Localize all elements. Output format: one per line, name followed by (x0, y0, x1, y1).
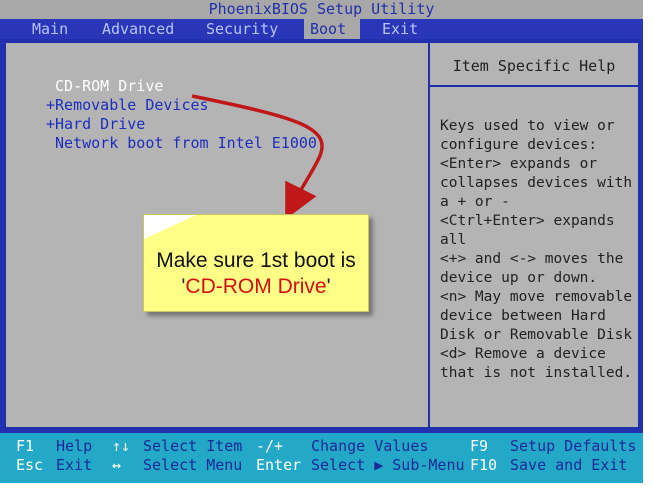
callout-highlight: CD-ROM Drive (185, 275, 327, 298)
key-f10: F10 (470, 456, 498, 474)
help-line: <Ctrl+Enter> expands (440, 213, 615, 229)
key-left-right-desc: Select Menu (143, 456, 243, 474)
help-line: Disk or Removable Disk (440, 327, 633, 343)
key-up-down-desc: Select Item (143, 437, 243, 455)
boot-item-removable[interactable]: +Removable Devices (46, 96, 317, 115)
key-f9: F9 (470, 437, 489, 455)
callout-quote-close: ' (326, 275, 331, 298)
help-line: Keys used to view or (440, 118, 615, 134)
key-esc-desc: Exit (56, 456, 93, 474)
help-title: Item Specific Help (452, 57, 616, 75)
menu-security[interactable]: Security (200, 19, 284, 39)
callout-text-line1: Make sure 1st boot is (156, 249, 356, 272)
key-f9-desc: Setup Defaults (510, 437, 637, 455)
help-line: device between Hard (440, 308, 606, 324)
window-title: PhoenixBIOS Setup Utility (0, 0, 643, 19)
key-up-down: ↑↓ (112, 437, 131, 455)
menu-exit[interactable]: Exit (376, 19, 424, 39)
boot-item-cdrom[interactable]: CD-ROM Drive (46, 77, 317, 96)
key-minus-plus-desc: Change Values (311, 437, 429, 455)
footer-row-2: Esc Exit ↔ Select Menu Enter Select ▶ Su… (0, 456, 643, 475)
callout-folded-corner (144, 215, 196, 239)
help-line: that is not installed. (440, 365, 633, 381)
menu-bar: Main Advanced Security Boot Exit (0, 19, 643, 39)
panel-divider (428, 43, 430, 427)
help-text: Keys used to view or configure devices: … (440, 117, 636, 383)
key-enter-desc: Select ▶ Sub-Menu (311, 456, 465, 474)
help-line: device up or down. (440, 270, 598, 286)
key-enter: Enter (256, 456, 302, 474)
key-f1-desc: Help (56, 437, 93, 455)
key-minus-plus: -/+ (256, 437, 284, 455)
menu-advanced[interactable]: Advanced (96, 19, 180, 39)
key-legend-footer: F1 Help ↑↓ Select Item -/+ Change Values… (0, 433, 643, 483)
key-left-right: ↔ (112, 456, 122, 474)
key-f1: F1 (16, 437, 35, 455)
menu-boot[interactable]: Boot (304, 19, 360, 39)
help-line: all (440, 232, 467, 248)
key-esc: Esc (16, 456, 44, 474)
help-line: <n> May move removable (440, 289, 633, 305)
menu-main[interactable]: Main (26, 19, 74, 39)
help-separator (430, 85, 638, 87)
help-line: configure devices: (440, 137, 598, 153)
help-line: <Enter> expands or (440, 156, 598, 172)
help-line: collapses devices with (440, 175, 633, 191)
help-line: <+> and <-> moves the (440, 251, 624, 267)
instruction-callout-note: Make sure 1st boot is 'CD-ROM Drive' (143, 214, 369, 312)
boot-item-network[interactable]: Network boot from Intel E1000 (46, 134, 317, 153)
key-f10-desc: Save and Exit (510, 456, 628, 474)
help-line: <d> Remove a device (440, 346, 606, 362)
callout-text-line2: 'CD-ROM Drive' (144, 275, 368, 299)
footer-row-1: F1 Help ↑↓ Select Item -/+ Change Values… (0, 437, 643, 456)
help-line: a + or - (440, 194, 510, 210)
boot-item-hard-drive[interactable]: +Hard Drive (46, 115, 317, 134)
boot-order-list: CD-ROM Drive +Removable Devices +Hard Dr… (46, 77, 317, 153)
